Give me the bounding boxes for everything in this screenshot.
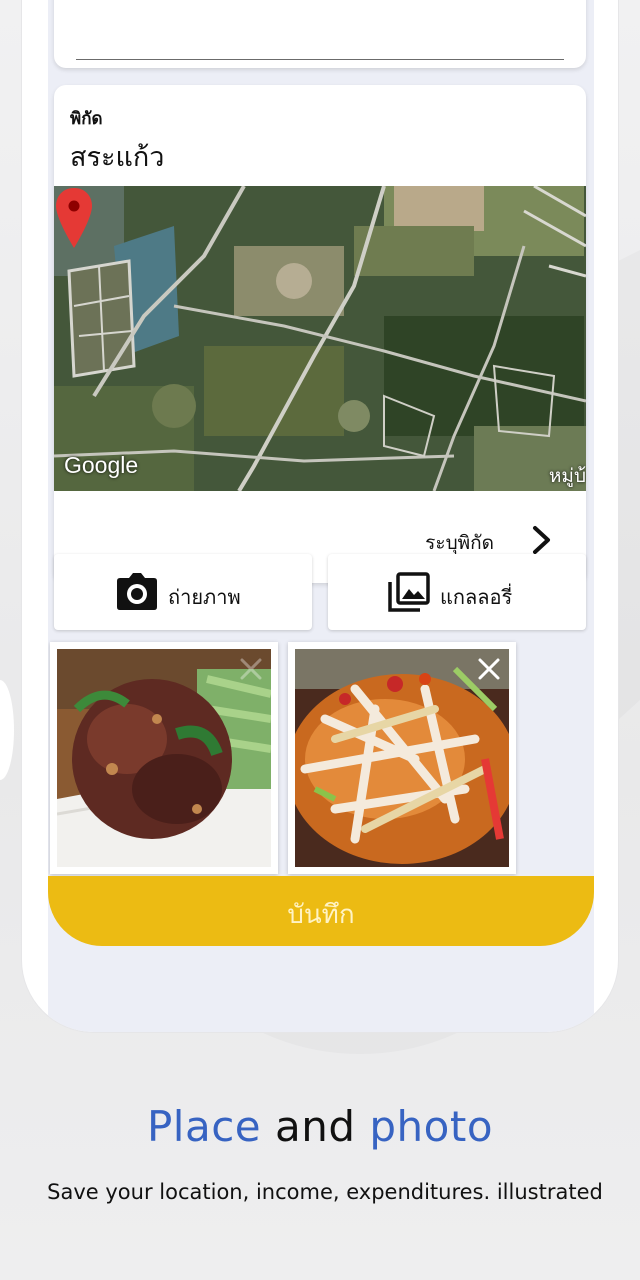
location-name: สระแก้ว (70, 142, 165, 173)
photo-thumbnail-2[interactable] (288, 642, 516, 874)
gallery-button[interactable]: แกลลอรี่ (328, 554, 586, 630)
chevron-right-icon (533, 526, 550, 554)
take-photo-button[interactable]: ถ่ายภาพ (54, 554, 312, 630)
headline-word-photo: photo (369, 1102, 494, 1151)
gallery-icon (388, 572, 430, 612)
map-view[interactable]: Google หมู่บ้ (54, 186, 586, 491)
map-place-label: หมู่บ้ (548, 465, 586, 487)
input-card[interactable] (54, 0, 586, 68)
save-button-label: บันทึก (287, 900, 355, 930)
phone-frame: พิกัด สระแก้ว Google หมู่บ้ ระบุพิกัด ถ่… (22, 0, 618, 1032)
promo-headline: Place and photo (0, 1102, 640, 1151)
gallery-label: แกลลอรี่ (440, 585, 513, 609)
remove-photo-2-icon[interactable] (476, 656, 502, 682)
google-attribution: Google (64, 452, 139, 478)
take-photo-label: ถ่ายภาพ (168, 585, 241, 609)
save-button[interactable]: บันทึก (48, 876, 594, 946)
promo-subtitle: Save your location, income, expenditures… (47, 1180, 603, 1204)
app-screen: พิกัด สระแก้ว Google หมู่บ้ ระบุพิกัด ถ่… (48, 0, 594, 1032)
location-pin-icon[interactable] (54, 186, 94, 250)
input-underline (76, 59, 564, 60)
location-card: พิกัด สระแก้ว Google หมู่บ้ ระบุพิกัด (54, 85, 586, 583)
headline-word-and: and (275, 1102, 356, 1151)
remove-photo-1-icon[interactable] (238, 656, 264, 682)
headline-word-place: Place (146, 1102, 262, 1151)
location-label: พิกัด (70, 109, 103, 129)
photo-thumbnail-1[interactable] (50, 642, 278, 874)
camera-icon (117, 573, 157, 610)
satellite-map (54, 186, 586, 491)
